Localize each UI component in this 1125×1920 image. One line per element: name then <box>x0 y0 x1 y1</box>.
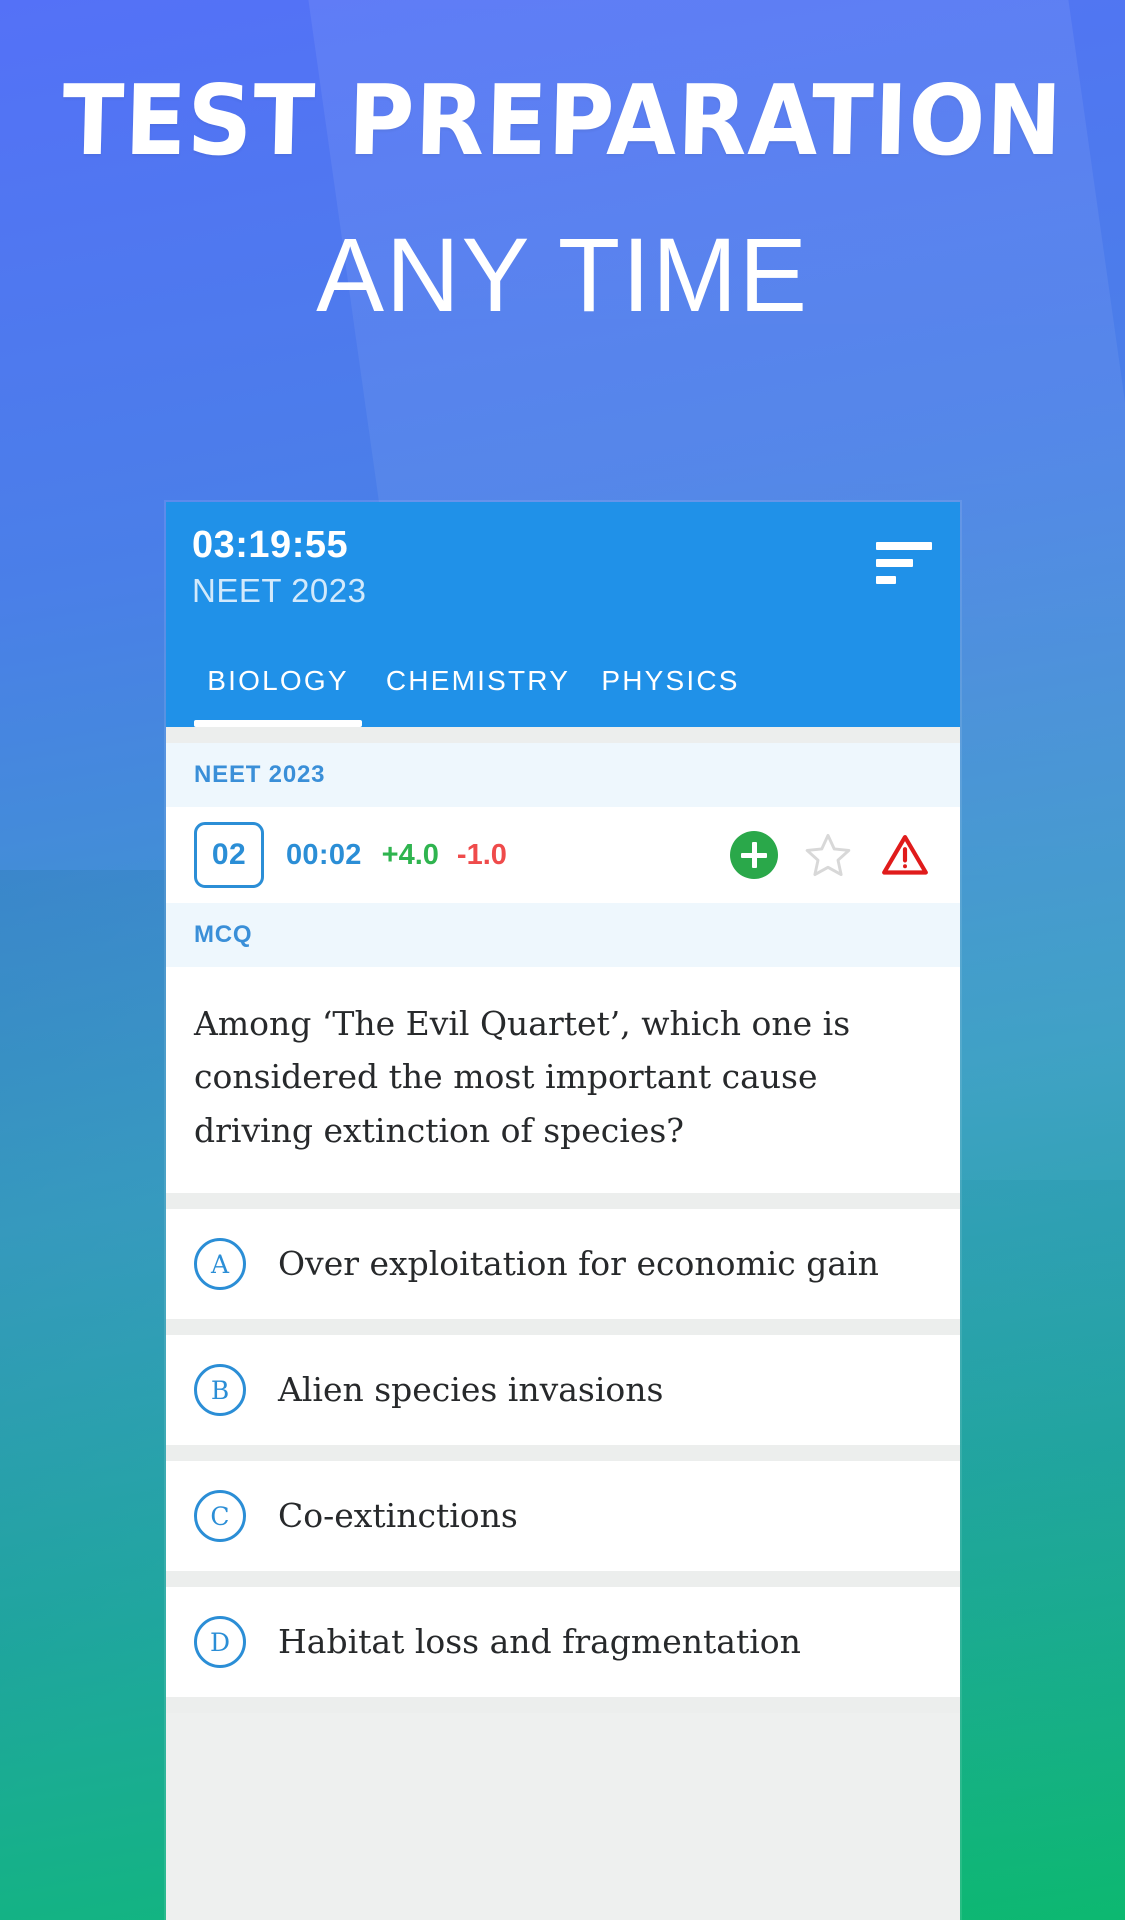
countdown-timer: 03:19:55 <box>192 524 349 566</box>
sort-icon-bar-3 <box>876 576 897 584</box>
page-subtitle: ANY TIME <box>316 217 809 334</box>
subject-tabs: BIOLOGY CHEMISTRY PHYSICS <box>166 665 960 727</box>
option-c[interactable]: C Co-extinctions <box>166 1461 960 1572</box>
tab-active-indicator <box>194 720 362 727</box>
sort-icon[interactable] <box>876 542 932 584</box>
divider <box>166 727 960 743</box>
question-type-label: MCQ <box>166 903 960 967</box>
divider <box>166 1697 960 1714</box>
tab-biology[interactable]: BIOLOGY <box>178 665 378 727</box>
option-d-label: Habitat loss and fragmentation <box>278 1622 801 1662</box>
tab-chemistry-label: CHEMISTRY <box>385 665 571 696</box>
tab-physics[interactable]: PHYSICS <box>578 665 763 727</box>
section-header-exam: NEET 2023 <box>166 743 960 807</box>
hero-section: TEST PREPARATION ANY TIME <box>0 0 1125 328</box>
question-elapsed-time: 00:02 <box>286 838 362 871</box>
report-warning-icon[interactable] <box>878 830 932 880</box>
option-b-badge: B <box>194 1364 246 1417</box>
empty-scroll-area <box>166 1713 960 1920</box>
option-a[interactable]: A Over exploitation for economic gain <box>166 1209 960 1320</box>
add-icon[interactable] <box>730 831 778 879</box>
option-a-label: Over exploitation for economic gain <box>278 1244 879 1284</box>
star-outline-icon[interactable] <box>802 830 854 880</box>
tab-biology-label: BIOLOGY <box>207 665 349 696</box>
option-b[interactable]: B Alien species invasions <box>166 1335 960 1446</box>
negative-marks-label: -1.0 <box>456 838 507 871</box>
page-title: TEST PREPARATION <box>60 64 1065 177</box>
app-bar: 03:19:55 NEET 2023 <box>166 502 960 665</box>
question-text: Among ‘The Evil Quartet’, which one is c… <box>166 967 960 1194</box>
sort-icon-bar-1 <box>876 542 932 550</box>
option-d[interactable]: D Habitat loss and fragmentation <box>166 1587 960 1698</box>
tab-chemistry[interactable]: CHEMISTRY <box>378 665 578 727</box>
positive-marks-label: +4.0 <box>381 838 439 871</box>
option-c-badge: C <box>194 1490 246 1543</box>
tab-physics-label: PHYSICS <box>601 665 740 696</box>
divider <box>166 1571 960 1588</box>
option-b-label: Alien species invasions <box>278 1370 664 1410</box>
exam-name-label: NEET 2023 <box>192 571 367 609</box>
question-number-badge: 02 <box>194 822 264 888</box>
question-meta-row: 02 00:02 +4.0 -1.0 <box>166 807 960 903</box>
question-action-icons <box>730 830 932 880</box>
option-d-badge: D <box>194 1616 246 1669</box>
divider <box>166 1193 960 1210</box>
option-c-label: Co-extinctions <box>278 1496 518 1536</box>
divider <box>166 1445 960 1462</box>
sort-icon-bar-2 <box>876 559 913 567</box>
divider <box>166 1319 960 1336</box>
phone-screenshot: 03:19:55 NEET 2023 BIOLOGY CHEMISTRY PHY… <box>166 502 960 1920</box>
option-a-badge: A <box>194 1238 246 1291</box>
